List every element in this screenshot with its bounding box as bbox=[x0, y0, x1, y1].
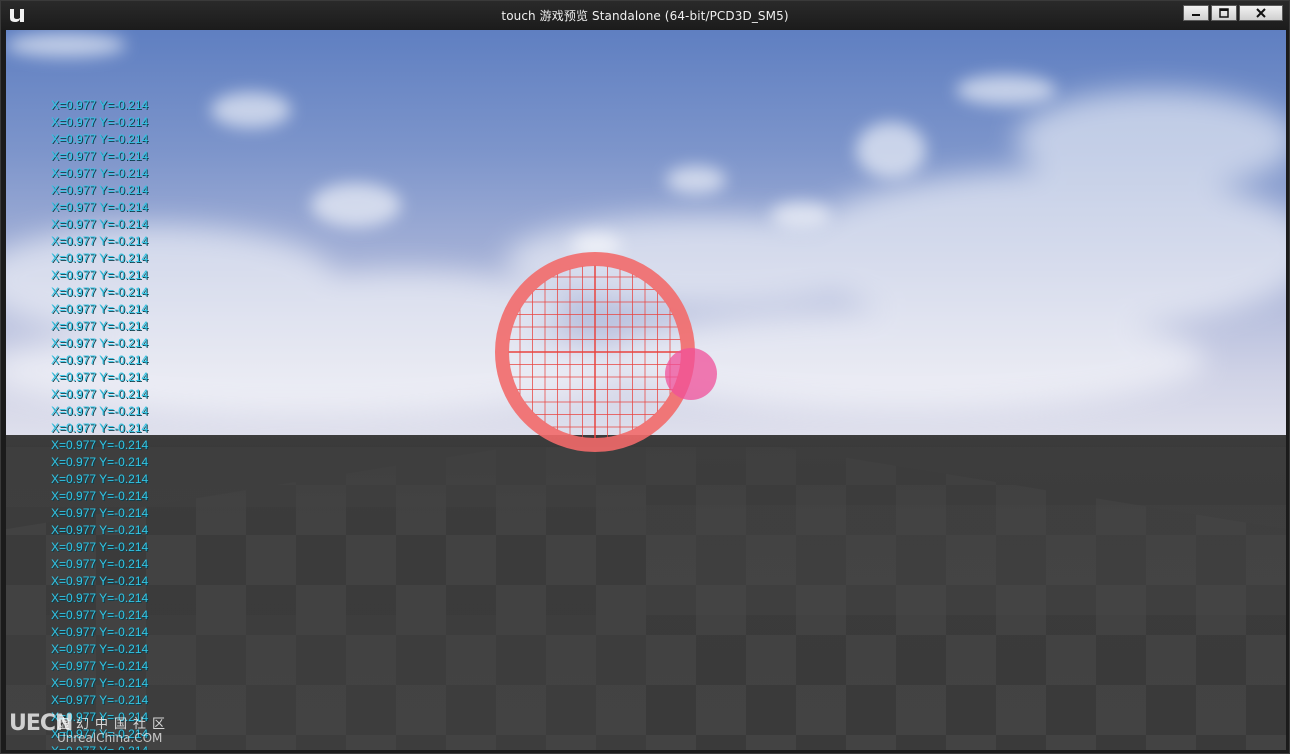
debug-line: X=0.977 Y=-0.214 bbox=[51, 285, 149, 299]
debug-line: X=0.977 Y=-0.214 bbox=[51, 540, 149, 554]
title-bar[interactable]: touch 游戏预览 Standalone (64-bit/PCD3D_SM5) bbox=[1, 1, 1289, 29]
debug-line: X=0.977 Y=-0.214 bbox=[51, 608, 149, 622]
debug-line: X=0.977 Y=-0.214 bbox=[51, 676, 149, 690]
debug-line: X=0.977 Y=-0.214 bbox=[51, 489, 149, 503]
debug-output: X=0.977 Y=-0.214 X=0.977 Y=-0.214 X=0.977 … bbox=[51, 97, 148, 750]
debug-line: X=0.977 Y=-0.214 bbox=[51, 353, 149, 367]
debug-line: X=0.977 Y=-0.214 bbox=[51, 268, 149, 282]
debug-line: X=0.977 Y=-0.214 bbox=[51, 149, 149, 163]
debug-line: X=0.977 Y=-0.214 bbox=[51, 200, 149, 214]
window-controls bbox=[1183, 5, 1283, 21]
game-viewport[interactable]: X=0.977 Y=-0.214 X=0.977 Y=-0.214 X=0.977 … bbox=[6, 30, 1286, 750]
debug-line: X=0.977 Y=-0.214 bbox=[51, 319, 149, 333]
debug-line: X=0.977 Y=-0.214 bbox=[51, 302, 149, 316]
debug-line: X=0.977 Y=-0.214 bbox=[51, 387, 149, 401]
debug-line: X=0.977 Y=-0.214 bbox=[51, 642, 149, 656]
debug-line: X=0.977 Y=-0.214 bbox=[51, 472, 149, 486]
window-title: touch 游戏预览 Standalone (64-bit/PCD3D_SM5) bbox=[501, 9, 789, 23]
maximize-icon bbox=[1219, 8, 1229, 18]
debug-line: X=0.977 Y=-0.214 bbox=[51, 132, 149, 146]
maximize-button[interactable] bbox=[1211, 5, 1237, 21]
debug-line: X=0.977 Y=-0.214 bbox=[51, 336, 149, 350]
watermark-english: UnrealChina.COM bbox=[57, 731, 163, 745]
debug-line: X=0.977 Y=-0.214 bbox=[51, 659, 149, 673]
watermark: UECN 虚幻中国社区 UnrealChina.COM bbox=[9, 711, 189, 751]
close-button[interactable] bbox=[1239, 5, 1283, 21]
virtual-joystick[interactable] bbox=[6, 30, 1286, 750]
minimize-icon bbox=[1192, 14, 1200, 16]
minimize-button[interactable] bbox=[1183, 5, 1209, 21]
debug-line: X=0.977 Y=-0.214 bbox=[51, 421, 149, 435]
debug-line: X=0.977 Y=-0.214 bbox=[51, 557, 149, 571]
debug-line: X=0.977 Y=-0.214 bbox=[51, 574, 149, 588]
debug-line: X=0.977 Y=-0.214 bbox=[51, 693, 149, 707]
debug-line: X=0.977 Y=-0.214 bbox=[51, 98, 149, 112]
debug-line: X=0.977 Y=-0.214 bbox=[51, 438, 149, 452]
debug-line: X=0.977 Y=-0.214 bbox=[51, 625, 149, 639]
joystick-thumb[interactable] bbox=[665, 348, 717, 400]
debug-line: X=0.977 Y=-0.214 bbox=[51, 506, 149, 520]
debug-line: X=0.977 Y=-0.214 bbox=[51, 455, 149, 469]
close-icon bbox=[1256, 8, 1266, 18]
debug-line: X=0.977 Y=-0.214 bbox=[51, 183, 149, 197]
debug-line: X=0.977 Y=-0.214 bbox=[51, 251, 149, 265]
debug-line: X=0.977 Y=-0.214 bbox=[51, 404, 149, 418]
watermark-chinese: 虚幻中国社区 bbox=[57, 717, 172, 732]
debug-line: X=0.977 Y=-0.214 bbox=[51, 591, 149, 605]
game-window: touch 游戏预览 Standalone (64-bit/PCD3D_SM5) bbox=[0, 0, 1290, 754]
debug-line: X=0.977 Y=-0.214 bbox=[51, 234, 149, 248]
debug-line: X=0.977 Y=-0.214 bbox=[51, 115, 149, 129]
debug-line: X=0.977 Y=-0.214 bbox=[51, 166, 149, 180]
debug-line: X=0.977 Y=-0.214 bbox=[51, 523, 149, 537]
debug-line: X=0.977 Y=-0.214 bbox=[51, 370, 149, 384]
debug-line: X=0.977 Y=-0.214 bbox=[51, 217, 149, 231]
